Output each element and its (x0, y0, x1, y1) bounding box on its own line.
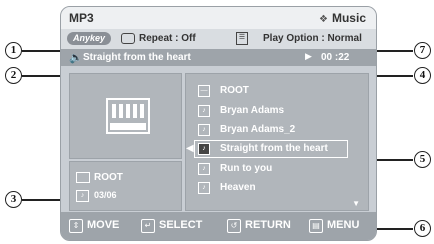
play-icon: ▶ (305, 51, 312, 61)
list-item-label: Heaven (220, 182, 256, 193)
callout-7: 7 (414, 42, 431, 59)
repeat-icon (121, 33, 135, 44)
callout-6: 6 (414, 220, 431, 237)
list-item-label: Bryan Adams (220, 105, 285, 116)
album-art-panel (69, 73, 182, 159)
play-option-icon: ☰ (236, 32, 248, 45)
speaker-icon: 🔈 (69, 52, 83, 64)
selection-arrow-icon: ◀ (186, 143, 194, 154)
callout-1: 1 (5, 42, 22, 59)
list-item-label: Straight from the heart (220, 143, 328, 154)
anykey-badge[interactable]: Anykey (67, 32, 112, 45)
callout-3: 3 (5, 191, 22, 208)
repeat-status: Repeat : Off (139, 33, 196, 44)
file-list: — ROOT ♪ Bryan Adams ♪ Bryan Adams_2 ◀ ♪… (185, 73, 369, 211)
track-count: 03/06 (94, 190, 117, 200)
menu-label: MENU (327, 219, 360, 231)
updown-key-icon: ⇕ (69, 219, 83, 233)
enter-key-icon: ↵ (141, 219, 155, 233)
elapsed-time: 00 :22 (321, 52, 350, 63)
list-item-selected[interactable]: ◀ ♪ Straight from the heart (186, 140, 368, 158)
now-playing-bar: 🔈 Straight from the heart ▶ 00 :22 (61, 49, 376, 66)
menu-key-icon: ▤ (309, 219, 323, 233)
return-key-icon: ↺ (227, 219, 241, 233)
list-item[interactable]: ♪ Bryan Adams (186, 102, 368, 119)
diamond-icon: ❖ (319, 14, 328, 25)
screen-title: MP3 (69, 11, 94, 25)
list-item-root[interactable]: — ROOT (186, 82, 368, 99)
list-item-label: Bryan Adams_2 (220, 124, 296, 135)
list-item[interactable]: ♪ Heaven (186, 179, 368, 196)
music-file-icon: ♪ (198, 182, 210, 194)
return-label: RETURN (245, 219, 291, 231)
music-file-icon: ♪ (198, 105, 210, 117)
now-playing-track: Straight from the heart (83, 52, 191, 63)
mp3-screen: MP3 ❖ Music Anykey Repeat : Off ☰ Play Op… (60, 6, 377, 241)
mode-label: Music (331, 11, 366, 25)
list-item-label: Run to you (220, 163, 273, 174)
music-note-icon: ♪ (76, 190, 89, 202)
folder-icon: — (198, 85, 210, 97)
footer-bar: ⇕ MOVE ↵ SELECT ↺ RETURN ▤ MENU (61, 212, 376, 240)
callout-4: 4 (414, 67, 431, 84)
status-bar: Anykey Repeat : Off ☰ Play Option : Norm… (61, 29, 376, 49)
folder-icon (76, 172, 90, 183)
list-item[interactable]: ♪ Run to you (186, 160, 368, 177)
mp3-logo-icon (106, 98, 150, 134)
music-file-icon: ♪ (198, 163, 210, 175)
music-file-icon: ♪ (198, 143, 210, 155)
callout-5: 5 (414, 151, 431, 168)
move-label: MOVE (87, 219, 120, 231)
music-file-icon: ♪ (198, 124, 210, 136)
list-item-label: ROOT (220, 85, 249, 96)
mode-indicator: ❖ Music (319, 11, 366, 25)
scroll-down-icon[interactable]: ▼ (352, 199, 360, 208)
current-folder: ROOT (94, 172, 123, 183)
play-option-status: Play Option : Normal (263, 33, 362, 44)
header-bar: MP3 ❖ Music (61, 7, 376, 29)
callout-2: 2 (5, 67, 22, 84)
list-item[interactable]: ♪ Bryan Adams_2 (186, 121, 368, 138)
select-label: SELECT (159, 219, 203, 231)
folder-info-panel: ROOT ♪ 03/06 (69, 161, 182, 211)
